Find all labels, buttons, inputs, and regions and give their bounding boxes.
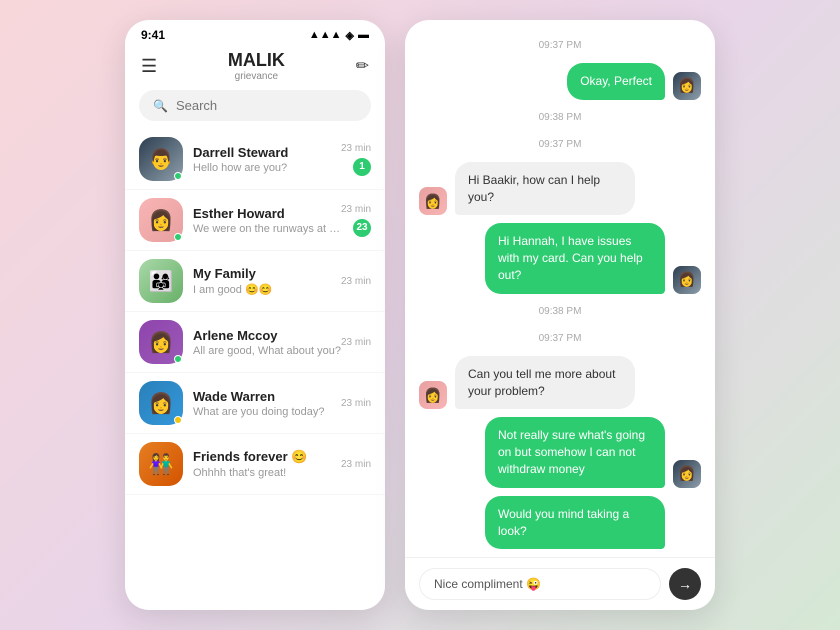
chat-info: Esther Howard We were on the runways at … bbox=[193, 206, 341, 235]
chat-name: Arlene Mccoy bbox=[193, 328, 341, 343]
signal-icon: ▲▲▲ bbox=[309, 29, 342, 41]
chat-item[interactable]: 👫 Friends forever 😊 Ohhhh that's great! … bbox=[125, 434, 385, 495]
avatar-wrap: 👨‍👩‍👧 bbox=[139, 259, 183, 303]
chat-preview: Ohhhh that's great! bbox=[193, 467, 341, 479]
message-bubble: Not really sure what's going on but some… bbox=[485, 417, 665, 487]
app-name: MALIK bbox=[228, 50, 285, 70]
avatar-wrap: 👨 bbox=[139, 137, 183, 181]
chat-meta: 23 min 23 bbox=[341, 204, 371, 237]
chat-item[interactable]: 👩 Esther Howard We were on the runways a… bbox=[125, 190, 385, 251]
chat-item[interactable]: 👨 Darrell Steward Hello how are you? 23 … bbox=[125, 129, 385, 190]
avatar-wrap: 👩 bbox=[139, 320, 183, 364]
chat-list: 👨 Darrell Steward Hello how are you? 23 … bbox=[125, 129, 385, 610]
message-row: 👩 Okay, Perfect bbox=[419, 63, 701, 100]
chat-time: 23 min bbox=[341, 337, 371, 348]
message-avatar: 👩 bbox=[673, 266, 701, 294]
search-icon: 🔍 bbox=[153, 99, 168, 113]
avatar-wrap: 👩 bbox=[139, 381, 183, 425]
message-timestamp: 09:37 PM bbox=[419, 40, 701, 51]
chat-info: My Family I am good 😊😊 bbox=[193, 266, 341, 296]
chat-time: 23 min bbox=[341, 459, 371, 470]
message-row: 👩 Hi Hannah, I have issues with my card.… bbox=[419, 223, 701, 293]
online-dot bbox=[174, 172, 182, 180]
chat-preview: Hello how are you? bbox=[193, 162, 341, 174]
chat-name: Friends forever 😊 bbox=[193, 449, 341, 465]
status-time: 9:41 bbox=[141, 28, 165, 42]
battery-icon: ▬ bbox=[358, 29, 369, 41]
chat-info: Arlene Mccoy All are good, What about yo… bbox=[193, 328, 341, 357]
chat-item[interactable]: 👩 Wade Warren What are you doing today? … bbox=[125, 373, 385, 434]
chat-window-panel: 09:37 PM 👩 Okay, Perfect 09:38 PM 09:37 P… bbox=[405, 20, 715, 610]
chat-name: Wade Warren bbox=[193, 389, 341, 404]
app-subtitle: grievance bbox=[228, 71, 285, 82]
unread-badge: 23 bbox=[353, 219, 371, 237]
avatar-wrap: 👫 bbox=[139, 442, 183, 486]
message-avatar: 👩 bbox=[673, 460, 701, 488]
message-input[interactable] bbox=[419, 568, 661, 600]
chat-meta: 23 min bbox=[341, 276, 371, 287]
panel-header: ☰ MALIK grievance ✏ bbox=[125, 46, 385, 90]
chat-input-area: → bbox=[405, 557, 715, 610]
chat-info: Wade Warren What are you doing today? bbox=[193, 389, 341, 418]
chat-preview: We were on the runways at the... bbox=[193, 223, 341, 235]
send-button[interactable]: → bbox=[669, 568, 701, 600]
wifi-icon: ◈ bbox=[346, 29, 354, 42]
chat-time: 23 min bbox=[341, 204, 371, 215]
chat-meta: 23 min bbox=[341, 459, 371, 470]
chat-name: Darrell Steward bbox=[193, 145, 341, 160]
chat-list-panel: 9:41 ▲▲▲ ◈ ▬ ☰ MALIK grievance ✏ 🔍 bbox=[125, 20, 385, 610]
app-container: 9:41 ▲▲▲ ◈ ▬ ☰ MALIK grievance ✏ 🔍 bbox=[125, 20, 715, 610]
chat-name: My Family bbox=[193, 266, 341, 281]
message-row: 👩 Can you tell me more about your proble… bbox=[419, 356, 701, 410]
compose-icon[interactable]: ✏ bbox=[356, 56, 369, 76]
message-timestamp: 09:37 PM bbox=[419, 333, 701, 344]
messages-area: 09:37 PM 👩 Okay, Perfect 09:38 PM 09:37 P… bbox=[405, 20, 715, 557]
message-bubble: Can you tell me more about your problem? bbox=[455, 356, 635, 410]
message-row: Would you mind taking a look? bbox=[419, 496, 701, 550]
chat-item[interactable]: 👩 Arlene Mccoy All are good, What about … bbox=[125, 312, 385, 373]
message-avatar: 👩 bbox=[673, 72, 701, 100]
status-icons: ▲▲▲ ◈ ▬ bbox=[309, 29, 369, 42]
search-bar[interactable]: 🔍 bbox=[139, 90, 371, 121]
chat-item[interactable]: 👨‍👩‍👧 My Family I am good 😊😊 23 min bbox=[125, 251, 385, 312]
message-bubble: Hi Hannah, I have issues with my card. C… bbox=[485, 223, 665, 293]
chat-info: Friends forever 😊 Ohhhh that's great! bbox=[193, 449, 341, 479]
message-avatar: 👩 bbox=[419, 381, 447, 409]
message-timestamp: 09:38 PM bbox=[419, 306, 701, 317]
unread-badge: 1 bbox=[353, 158, 371, 176]
status-bar: 9:41 ▲▲▲ ◈ ▬ bbox=[125, 20, 385, 46]
avatar: 👨‍👩‍👧 bbox=[139, 259, 183, 303]
message-avatar: 👩 bbox=[419, 187, 447, 215]
avatar: 👫 bbox=[139, 442, 183, 486]
header-title: MALIK grievance bbox=[228, 50, 285, 82]
online-dot bbox=[174, 233, 182, 241]
avatar-wrap: 👩 bbox=[139, 198, 183, 242]
search-input[interactable] bbox=[176, 98, 357, 113]
message-bubble: Would you mind taking a look? bbox=[485, 496, 665, 550]
message-row: 👩 Hi Baakir, how can I help you? bbox=[419, 162, 701, 216]
chat-meta: 23 min bbox=[341, 337, 371, 348]
message-timestamp: 09:37 PM bbox=[419, 139, 701, 150]
chat-meta: 23 min 1 bbox=[341, 143, 371, 176]
online-dot bbox=[174, 416, 182, 424]
hamburger-icon[interactable]: ☰ bbox=[141, 56, 157, 77]
chat-time: 23 min bbox=[341, 143, 371, 154]
message-bubble: Okay, Perfect bbox=[567, 63, 665, 100]
chat-time: 23 min bbox=[341, 276, 371, 287]
chat-name: Esther Howard bbox=[193, 206, 341, 221]
online-dot bbox=[174, 355, 182, 363]
chat-time: 23 min bbox=[341, 398, 371, 409]
chat-preview: All are good, What about you? bbox=[193, 345, 341, 357]
chat-preview: What are you doing today? bbox=[193, 406, 341, 418]
chat-info: Darrell Steward Hello how are you? bbox=[193, 145, 341, 174]
message-timestamp: 09:38 PM bbox=[419, 112, 701, 123]
message-row: 👩 Not really sure what's going on but so… bbox=[419, 417, 701, 487]
chat-preview: I am good 😊😊 bbox=[193, 283, 341, 296]
chat-meta: 23 min bbox=[341, 398, 371, 409]
message-bubble: Hi Baakir, how can I help you? bbox=[455, 162, 635, 216]
